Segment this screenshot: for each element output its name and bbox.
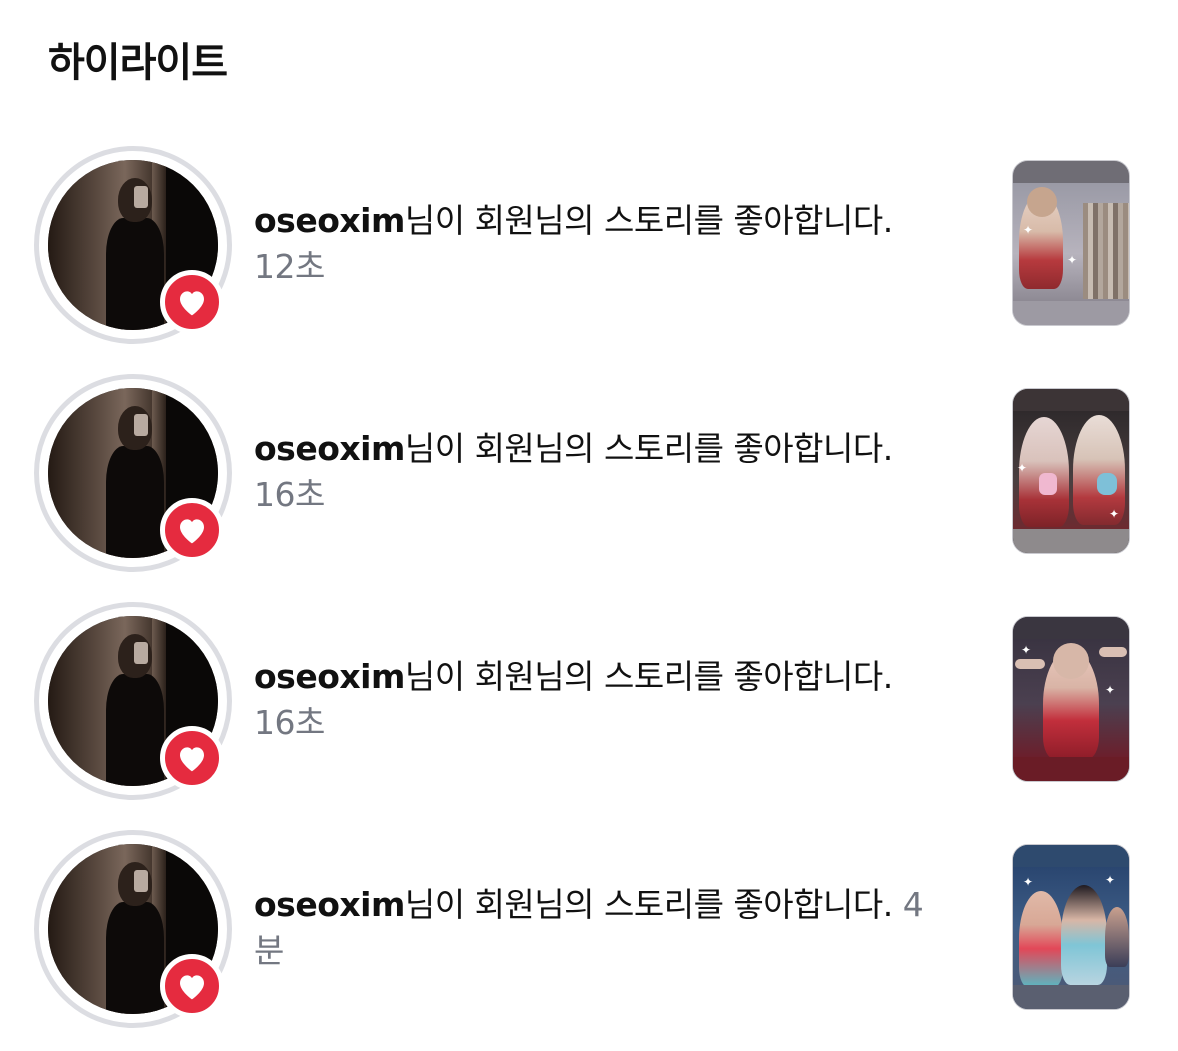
username-link[interactable]: oseoxim — [254, 657, 405, 696]
heart-icon — [180, 519, 204, 544]
username-link[interactable]: oseoxim — [254, 885, 405, 924]
heart-icon — [180, 291, 204, 316]
notification-message: 님이 회원님의 스토리를 좋아합니다. — [404, 201, 893, 240]
notification-text: oseoxim님이 회원님의 스토리를 좋아합니다. 16초 — [254, 654, 934, 746]
section-title: 하이라이트 — [48, 40, 228, 86]
heart-badge — [160, 498, 224, 562]
notification-time: 16초 — [254, 703, 325, 742]
notification-text: oseoxim님이 회원님의 스토리를 좋아합니다. 16초 — [254, 426, 934, 518]
notification-message: 님이 회원님의 스토리를 좋아합니다. — [404, 657, 893, 696]
heart-badge — [160, 270, 224, 334]
username-link[interactable]: oseoxim — [254, 201, 405, 240]
notification-text: oseoxim님이 회원님의 스토리를 좋아합니다. 12초 — [254, 198, 934, 290]
notification-item[interactable]: oseoxim님이 회원님의 스토리를 좋아합니다. 12초 ✦ ✦ — [0, 146, 1178, 346]
notification-message: 님이 회원님의 스토리를 좋아합니다. — [404, 429, 893, 468]
notification-item[interactable]: oseoxim님이 회원님의 스토리를 좋아합니다. 16초 ✦ ✦ — [0, 602, 1178, 802]
heart-badge — [160, 954, 224, 1018]
notification-item[interactable]: oseoxim님이 회원님의 스토리를 좋아합니다. 4분 ✦ ✦ — [0, 830, 1178, 1030]
heart-badge — [160, 726, 224, 790]
username-link[interactable]: oseoxim — [254, 429, 405, 468]
story-thumbnail[interactable]: ✦ ✦ — [1012, 388, 1130, 554]
heart-icon — [180, 747, 204, 772]
story-thumbnail[interactable]: ✦ ✦ — [1012, 160, 1130, 326]
story-thumbnail[interactable]: ✦ ✦ — [1012, 616, 1130, 782]
story-thumbnail[interactable]: ✦ ✦ — [1012, 844, 1130, 1010]
heart-icon — [180, 975, 204, 1000]
notification-time: 12초 — [254, 247, 325, 286]
notification-text: oseoxim님이 회원님의 스토리를 좋아합니다. 4분 — [254, 882, 934, 974]
notification-time: 16초 — [254, 475, 325, 514]
notification-message: 님이 회원님의 스토리를 좋아합니다. — [404, 885, 893, 924]
notification-item[interactable]: oseoxim님이 회원님의 스토리를 좋아합니다. 16초 ✦ ✦ — [0, 374, 1178, 574]
